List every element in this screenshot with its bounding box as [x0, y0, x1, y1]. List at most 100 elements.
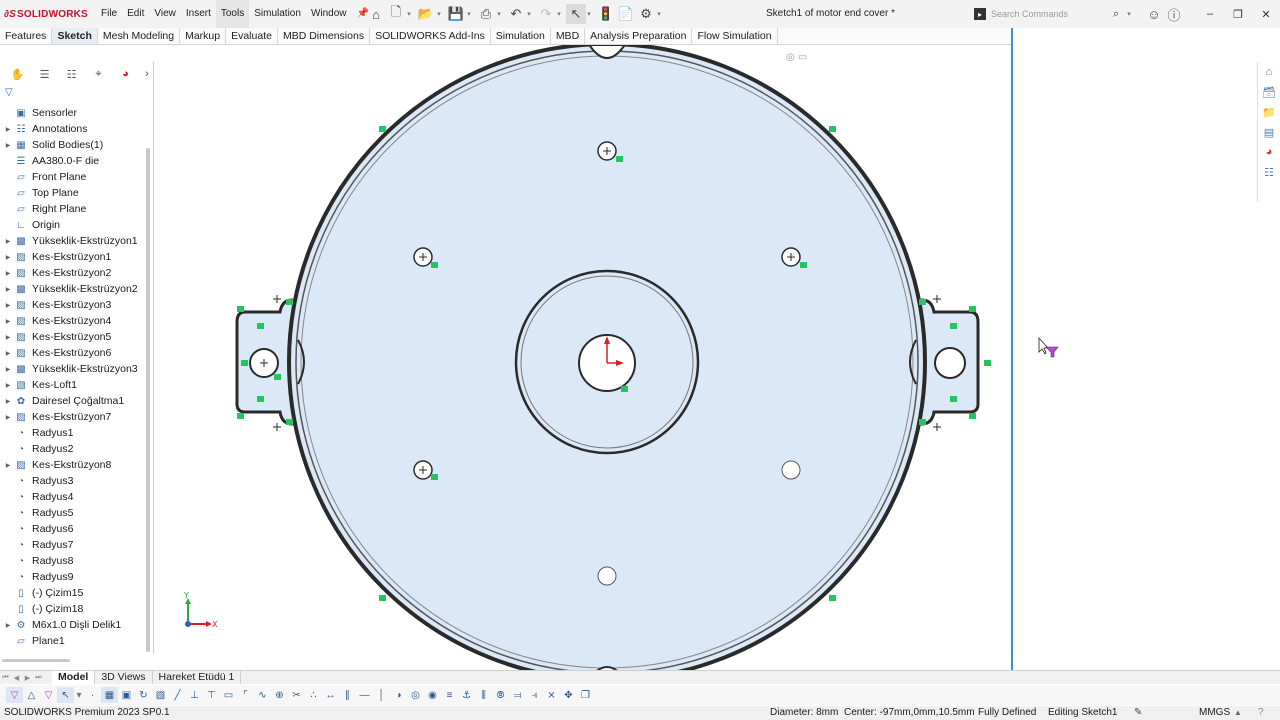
relation-marker[interactable] [237, 306, 244, 312]
next-tab-arrow-icon[interactable]: ▶ [22, 674, 33, 682]
menu-insert[interactable]: Insert [181, 0, 216, 28]
snap-icon[interactable]: ▣ [118, 687, 135, 703]
relation-marker[interactable] [431, 474, 438, 480]
feature-tree-item[interactable]: ▶ ▩ Yükseklik-Ekstrüzyon1 [2, 233, 144, 249]
relation-marker[interactable] [286, 419, 293, 425]
first-tab-arrow-icon[interactable]: ⏮ [0, 674, 11, 682]
redo-dropdown-icon[interactable]: ▾ [556, 11, 562, 18]
feature-tree-item[interactable]: ▶ ▨ Kes-Ekstrüzyon2 [2, 265, 144, 281]
feature-tree-item[interactable]: ◔ Radyus1 [2, 425, 144, 441]
options-gear-icon[interactable]: ⚙ [636, 4, 656, 24]
solidworks-resources-icon[interactable]: ⌂ [1259, 62, 1279, 82]
dimension-icon[interactable]: ↔ [322, 687, 339, 703]
right-lug-hole[interactable] [934, 347, 966, 379]
file-properties-icon[interactable]: 📄 [616, 4, 636, 24]
relation-marker[interactable] [379, 595, 386, 601]
new-dropdown-icon[interactable]: ▾ [406, 11, 412, 18]
solidworks-logo[interactable]: ∂S SOLIDWORKS [4, 9, 88, 20]
view-palette-icon[interactable]: ▤ [1259, 122, 1279, 142]
feature-tree-item[interactable]: ▶ ✿ Dairesel Çoğaltma1 [2, 393, 144, 409]
tab-sketch[interactable]: Sketch [52, 28, 98, 44]
tangent-icon[interactable]: ◑ [390, 687, 407, 703]
relation-marker[interactable] [257, 396, 264, 402]
feature-tree-item[interactable]: ▶ ▨ Kes-Ekstrüzyon8 [2, 457, 144, 473]
open-folder-icon[interactable]: 📂 [416, 4, 436, 24]
symmetric-icon[interactable]: ⫼ [475, 687, 492, 703]
menu-edit[interactable]: Edit [122, 0, 149, 28]
expand-arrow-icon[interactable]: ▶ [2, 382, 14, 389]
expand-arrow-icon[interactable]: ▶ [2, 398, 14, 405]
offset-icon[interactable]: ⫣ [526, 687, 543, 703]
feature-tree-item[interactable]: ◔ Radyus7 [2, 537, 144, 553]
feature-tree-item[interactable]: ▶ ▦ Solid Bodies(1) [2, 137, 144, 153]
home-icon[interactable]: ⌂ [366, 4, 386, 24]
relation-marker[interactable] [919, 299, 926, 305]
feature-tree-item[interactable]: ◔ Radyus5 [2, 505, 144, 521]
view-settings-icon[interactable]: ◎ ▭ [786, 52, 807, 63]
grid-snap-icon[interactable]: ▦ [101, 687, 118, 703]
feature-tree-item[interactable]: ▶ ▨ Kes-Ekstrüzyon4 [2, 313, 144, 329]
feature-manager-tab-icon[interactable]: ✋ [4, 66, 31, 82]
relation-marker[interactable] [950, 323, 957, 329]
relation-marker[interactable] [286, 299, 293, 305]
bolt-hole[interactable] [781, 460, 801, 480]
unit-system[interactable]: MMGS [1199, 706, 1230, 720]
move-icon[interactable]: ✥ [560, 687, 577, 703]
concentric-icon[interactable]: ◉ [424, 687, 441, 703]
last-tab-arrow-icon[interactable]: ⏭ [33, 674, 44, 682]
save-dropdown-icon[interactable]: ▾ [466, 11, 472, 18]
expand-arrow-icon[interactable]: ▶ [2, 302, 14, 309]
expand-arrow-icon[interactable]: ▶ [2, 270, 14, 277]
undo-dropdown-icon[interactable]: ▾ [526, 11, 532, 18]
expand-arrow-icon[interactable]: ▶ [2, 366, 14, 373]
tab-simulation[interactable]: Simulation [491, 28, 551, 44]
menu-file[interactable]: File [96, 0, 122, 28]
horizontal-icon[interactable]: ― [356, 687, 373, 703]
expand-arrow-icon[interactable]: ▶ [2, 254, 14, 261]
trim-icon[interactable]: ✂ [288, 687, 305, 703]
corner-icon[interactable]: ⌜ [237, 687, 254, 703]
filter-dropdown-icon[interactable]: ▾ [74, 687, 84, 703]
snap-end-icon[interactable]: ⊥ [186, 687, 203, 703]
configuration-manager-tab-icon[interactable]: ☷ [58, 66, 85, 82]
spline-icon[interactable]: ∿ [254, 687, 271, 703]
tab-motion-study[interactable]: Hareket Etüdü 1 [153, 671, 242, 684]
relation-marker[interactable] [800, 262, 807, 268]
part-sketch-view[interactable]: ⌕ ▣ ▧ ◐ ◎ ▭ [155, 45, 1012, 670]
undo-icon[interactable]: ↶ [506, 4, 526, 24]
relation-marker[interactable] [237, 413, 244, 419]
clear-filters-icon[interactable]: ▽ [40, 687, 57, 703]
feature-tree-item[interactable]: ▱ Top Plane [2, 185, 144, 201]
property-manager-tab-icon[interactable]: ☰ [31, 66, 58, 82]
menu-window[interactable]: Window [306, 0, 352, 28]
expand-arrow-icon[interactable]: ▶ [2, 286, 14, 293]
convert-icon[interactable]: ⨯ [543, 687, 560, 703]
menu-simulation[interactable]: Simulation [249, 0, 306, 28]
coincident-icon[interactable]: ◎ [407, 687, 424, 703]
snap-mid-icon[interactable]: ⊤ [203, 687, 220, 703]
select-arrow-icon[interactable]: ↖ [57, 687, 74, 703]
vertical-icon[interactable]: │ [373, 687, 390, 703]
feature-tree-item[interactable]: ◔ Radyus6 [2, 521, 144, 537]
relation-marker[interactable] [621, 386, 628, 392]
relation-marker[interactable] [431, 262, 438, 268]
tab-3d-views[interactable]: 3D Views [95, 671, 153, 684]
feature-tree-item[interactable]: ◔ Radyus3 [2, 473, 144, 489]
secondary-viewport[interactable] [1013, 28, 1257, 670]
relation-marker[interactable] [829, 595, 836, 601]
selection-filter-icon[interactable]: ▽ [6, 687, 23, 703]
redo-icon[interactable]: ↷ [536, 4, 556, 24]
restore-icon[interactable]: ❐ [1224, 0, 1252, 28]
menu-view[interactable]: View [149, 0, 181, 28]
feature-tree-scrollbar[interactable] [146, 148, 150, 652]
display-manager-tab-icon[interactable]: ◕ [112, 66, 139, 82]
feature-tree-item[interactable]: ◔ Radyus4 [2, 489, 144, 505]
relation-marker[interactable] [379, 126, 386, 132]
feature-tree-item[interactable]: ▶ ▧ Kes-Loft1 [2, 377, 144, 393]
user-account-icon[interactable]: ☺ [1144, 4, 1164, 24]
relation-marker[interactable] [274, 374, 281, 380]
relation-marker[interactable] [829, 126, 836, 132]
relation-marker[interactable] [257, 323, 264, 329]
select-dropdown-icon[interactable]: ▾ [586, 11, 592, 18]
tabs-expand-chevron-icon[interactable]: › [139, 66, 155, 82]
